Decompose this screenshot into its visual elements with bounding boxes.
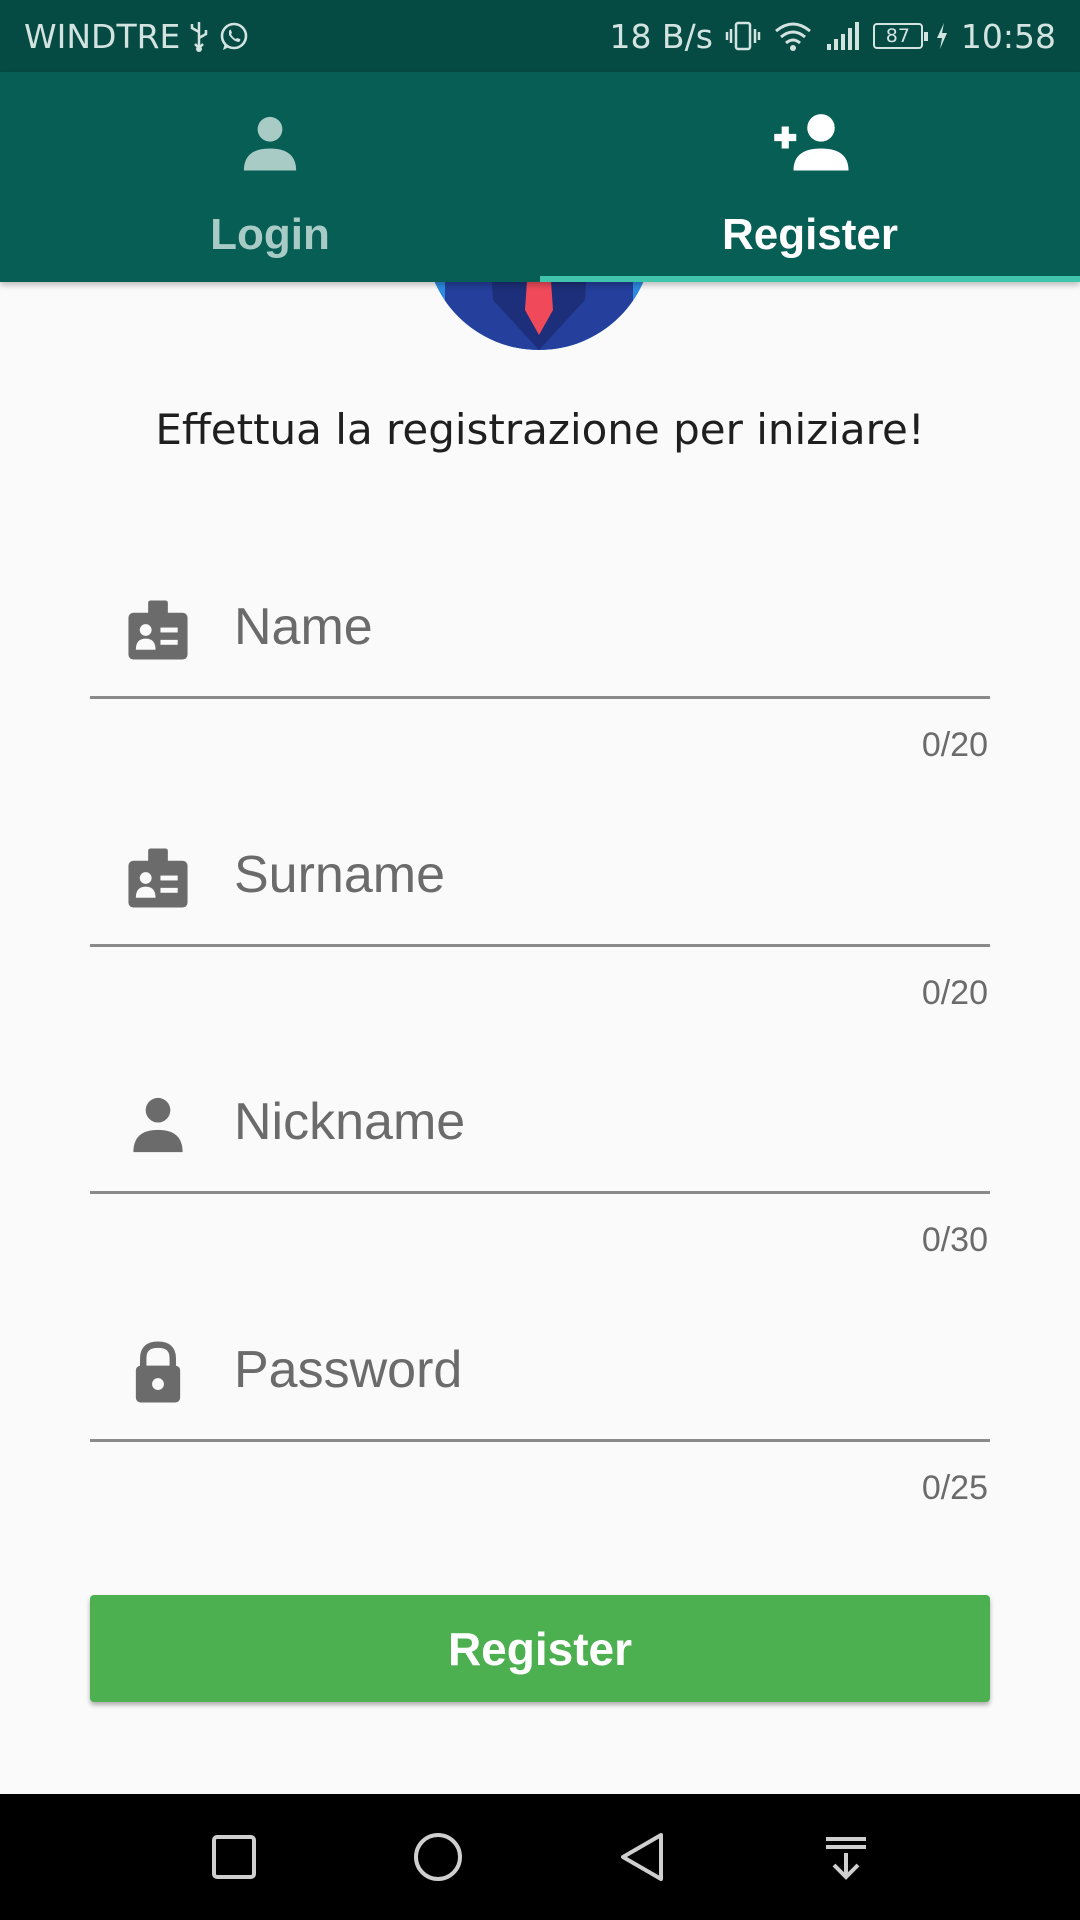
surname-input[interactable] (234, 840, 974, 910)
clock: 10:58 (960, 16, 1056, 56)
wifi-icon (773, 20, 813, 52)
badge-icon (128, 598, 188, 662)
tab-indicator (540, 276, 1080, 282)
battery-level: 87 (885, 25, 910, 47)
surname-field: 0/20 (90, 808, 990, 1012)
network-speed: 18 B/s (609, 16, 713, 56)
status-right: 18 B/s 87 10:58 (609, 0, 1056, 72)
name-input[interactable] (234, 592, 974, 662)
tab-register-label: Register (721, 210, 899, 259)
name-field: 0/20 (90, 560, 990, 764)
page-subtitle: Effettua la registrazione per iniziare! (155, 405, 925, 454)
signal-icon (825, 20, 861, 52)
recent-apps-icon[interactable] (204, 1827, 264, 1887)
lock-icon (128, 1341, 188, 1405)
back-icon[interactable] (612, 1827, 672, 1887)
tab-register[interactable]: Register (540, 72, 1080, 282)
person-icon (128, 1093, 188, 1157)
nickname-counter: 0/30 (921, 1221, 988, 1259)
name-underline (90, 696, 990, 699)
password-input[interactable] (234, 1335, 974, 1405)
password-underline (90, 1439, 990, 1442)
tab-bar: Login Register (0, 72, 1080, 282)
notifications-pulldown-icon[interactable] (816, 1827, 876, 1887)
surname-underline (90, 944, 990, 947)
navigation-bar (0, 1794, 1080, 1920)
vibrate-icon (725, 20, 761, 52)
usb-icon (188, 20, 210, 52)
tab-login-label: Login (210, 210, 330, 259)
status-bar: WINDTRE 18 B/s 87 10:58 (0, 0, 1080, 72)
person-add-icon (540, 110, 1080, 176)
password-counter: 0/25 (921, 1469, 988, 1507)
register-button[interactable]: Register (90, 1595, 990, 1702)
tab-login[interactable]: Login (0, 72, 540, 282)
charging-icon (935, 22, 949, 50)
surname-counter: 0/20 (921, 974, 988, 1012)
badge-icon (128, 846, 188, 910)
person-icon (0, 110, 540, 176)
carrier-name: WINDTRE (24, 16, 181, 56)
nickname-underline (90, 1191, 990, 1194)
nickname-input[interactable] (234, 1087, 974, 1157)
home-icon[interactable] (408, 1827, 468, 1887)
status-left: WINDTRE (24, 0, 250, 72)
whatsapp-icon (218, 20, 250, 52)
name-counter: 0/20 (921, 726, 988, 764)
nickname-field: 0/30 (90, 1055, 990, 1259)
battery-icon: 87 (872, 23, 928, 49)
password-field: 0/25 (90, 1303, 990, 1507)
